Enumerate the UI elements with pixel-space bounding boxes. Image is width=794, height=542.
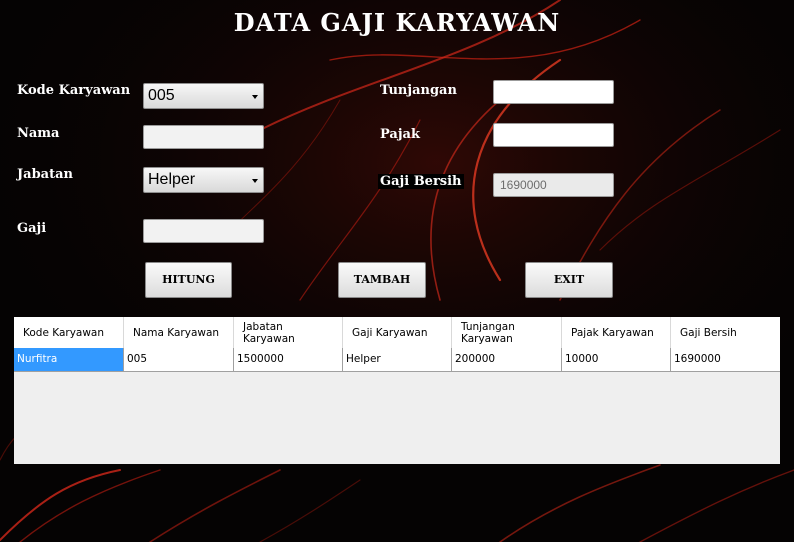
table-cell[interactable]: 200000 [452, 348, 562, 371]
hitung-button[interactable]: HITUNG [145, 262, 232, 298]
column-header[interactable]: Kode Karyawan [14, 317, 124, 348]
chevron-down-icon [252, 179, 258, 183]
tunjangan-label: Tunjangan [380, 83, 457, 98]
nama-label: Nama [17, 126, 60, 141]
gaji-bersih-label: Gaji Bersih [378, 174, 464, 189]
employee-data-grid[interactable]: Kode Karyawan Nama Karyawan Jabatan Kary… [14, 317, 780, 464]
pajak-label: Pajak [380, 127, 420, 142]
column-header[interactable]: Jabatan Karyawan [234, 317, 343, 348]
table-cell[interactable]: Nurfitra [14, 348, 124, 371]
column-header[interactable]: Gaji Bersih [671, 317, 780, 348]
exit-button[interactable]: EXIT [525, 262, 613, 298]
jabatan-combobox[interactable]: Helper [143, 167, 264, 193]
column-header[interactable]: Pajak Karyawan [562, 317, 671, 348]
table-cell[interactable]: 005 [124, 348, 234, 371]
tunjangan-input[interactable] [493, 80, 614, 104]
kode-karyawan-label: Kode Karyawan [17, 83, 131, 98]
gaji-label: Gaji [17, 221, 47, 236]
jabatan-value: Helper [148, 171, 196, 188]
tambah-button[interactable]: TAMBAH [338, 262, 426, 298]
table-cell[interactable]: 10000 [562, 348, 671, 371]
chevron-down-icon [252, 95, 258, 99]
gaji-bersih-input[interactable]: 1690000 [493, 173, 614, 197]
column-header[interactable]: Gaji Karyawan [343, 317, 452, 348]
kode-karyawan-value: 005 [148, 87, 175, 104]
page-title: DATA GAJI KARYAWAN [233, 8, 561, 37]
jabatan-label: Jabatan [17, 167, 73, 182]
grid-header: Kode Karyawan Nama Karyawan Jabatan Kary… [14, 317, 780, 349]
kode-karyawan-combobox[interactable]: 005 [143, 83, 264, 109]
column-header[interactable]: Nama Karyawan [124, 317, 234, 348]
column-header[interactable]: Tunjangan Karyawan [452, 317, 562, 348]
table-cell[interactable]: 1500000 [234, 348, 343, 371]
table-cell[interactable]: Helper [343, 348, 452, 371]
table-row[interactable]: Nurfitra 005 1500000 Helper 200000 10000… [14, 348, 780, 372]
table-cell[interactable]: 1690000 [671, 348, 780, 371]
nama-input[interactable] [143, 125, 264, 149]
gaji-input[interactable] [143, 219, 264, 243]
pajak-input[interactable] [493, 123, 614, 147]
